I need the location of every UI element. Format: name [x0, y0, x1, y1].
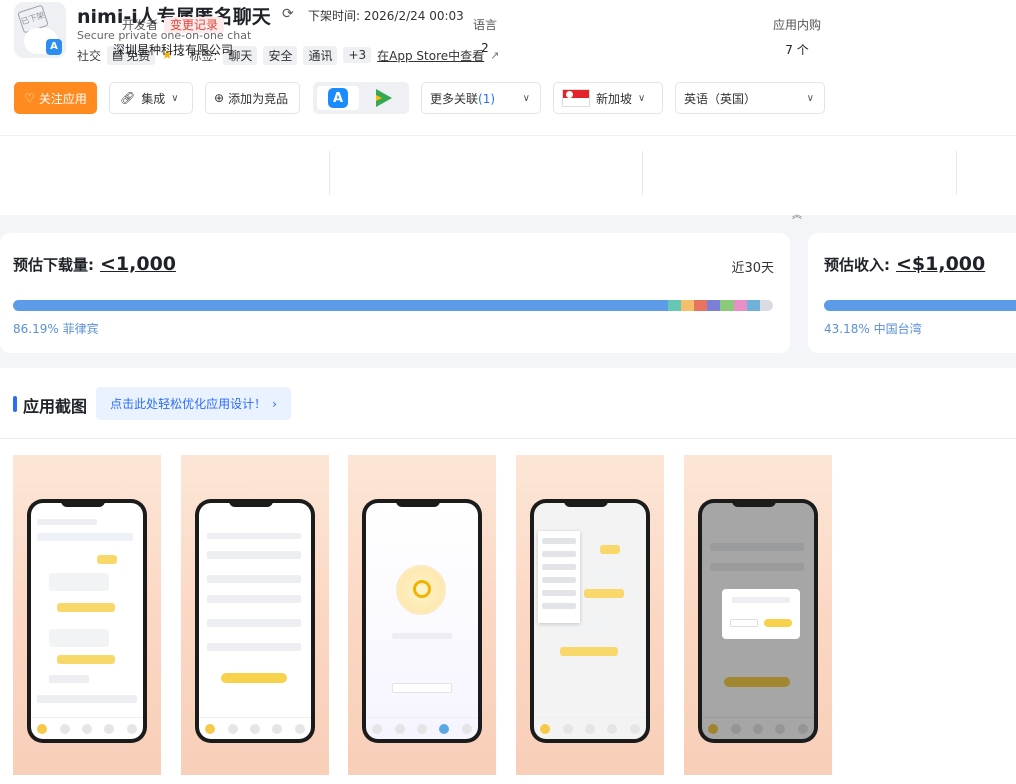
phone-frame	[27, 499, 147, 743]
revenue-title: 预估收入: <$1,000	[824, 253, 985, 275]
popup-menu	[538, 531, 580, 623]
developer-column: 开发者 变更记录 深圳星种科技有限公司	[73, 16, 273, 58]
downloads-value[interactable]: <1,000	[100, 253, 176, 275]
phone-screen	[702, 503, 814, 739]
dialog-box	[722, 589, 800, 639]
language-column: 语言 2	[385, 16, 585, 55]
downloads-range: 近30天	[731, 261, 774, 276]
divider	[956, 151, 957, 195]
tag-more[interactable]: +3	[343, 47, 372, 63]
link-icon: 🔗︎	[120, 91, 136, 105]
google-play-tab[interactable]	[363, 86, 405, 110]
screenshot-4[interactable]	[516, 455, 664, 775]
revenue-share-bar[interactable]	[824, 300, 1016, 311]
store-switch: A	[313, 82, 409, 114]
more-related-label: 更多关联	[430, 91, 479, 106]
developer-name[interactable]: 深圳星种科技有限公司	[73, 41, 273, 58]
downloads-share-bar[interactable]	[13, 300, 773, 311]
search-icon	[396, 565, 446, 615]
app-icon: 已下架 A	[14, 2, 66, 58]
bar-segment-1	[668, 300, 682, 311]
follow-label: 关注应用	[38, 91, 87, 106]
section-marker	[13, 396, 17, 412]
bar-segment-primary	[13, 300, 669, 311]
screenshot-2[interactable]	[181, 455, 329, 775]
bar-segment-2	[681, 300, 695, 311]
phone-screen	[534, 503, 646, 739]
bar-segment-4	[707, 300, 721, 311]
add-competitor-button[interactable]: ⊕ 添加为竞品	[205, 82, 300, 114]
revenue-top-country: 43.18% 中国台湾	[824, 322, 922, 336]
refresh-icon[interactable]: ⟳	[282, 6, 294, 22]
country-label: 新加坡	[596, 91, 633, 106]
downloads-top-country: 86.19% 菲律宾	[13, 322, 99, 336]
bar-segment-7	[746, 300, 760, 311]
bar-segment-5	[720, 300, 734, 311]
phone-frame	[362, 499, 482, 743]
bar-segment-8	[759, 300, 773, 311]
bar-segment-primary	[824, 300, 1016, 311]
chevron-right-icon: ›	[272, 396, 277, 411]
optimize-design-link[interactable]: 点击此处轻松优化应用设计！ ›	[96, 387, 291, 420]
downloads-card: 预估下载量: <1,000 近30天	[0, 233, 790, 353]
singapore-flag-icon	[562, 89, 590, 107]
developer-label: 开发者	[121, 18, 158, 32]
phone-screen	[31, 503, 143, 739]
bar-segment-3	[694, 300, 708, 311]
more-related-count: (1)	[478, 91, 496, 106]
phone-screen	[199, 503, 311, 739]
divider	[642, 151, 643, 195]
app-store-tab[interactable]: A	[317, 86, 359, 110]
screenshot-1[interactable]	[13, 455, 161, 775]
chevron-down-icon: ∨	[522, 92, 530, 104]
revenue-value[interactable]: <$1,000	[896, 253, 985, 275]
country-dropdown[interactable]: 新加坡 ∨	[553, 82, 663, 114]
collapse-icon[interactable]: ︽	[792, 206, 802, 221]
screenshots-title: 应用截图	[23, 397, 88, 416]
revenue-label: 预估收入:	[824, 256, 890, 274]
chevron-down-icon: ∨	[171, 92, 179, 104]
screenshot-5[interactable]	[684, 455, 832, 775]
iap-label: 应用内购	[772, 18, 821, 32]
language-count[interactable]: 2	[385, 41, 585, 55]
heart-icon: ♡	[24, 91, 35, 105]
screenshot-3[interactable]	[348, 455, 496, 775]
downloads-title: 预估下载量: <1,000	[13, 253, 176, 275]
phone-frame	[530, 499, 650, 743]
integrate-label: 集成	[141, 91, 166, 106]
language-dropdown[interactable]: 英语（英国） ∨	[675, 82, 825, 114]
follow-app-button[interactable]: ♡ 关注应用	[14, 82, 97, 114]
app-store-icon: A	[46, 39, 62, 55]
phone-frame	[195, 499, 315, 743]
change-log-button[interactable]: 变更记录	[164, 17, 225, 33]
bar-segment-6	[733, 300, 747, 311]
iap-count[interactable]: 7 个	[697, 41, 897, 58]
google-play-icon	[376, 89, 392, 107]
downloads-label: 预估下载量:	[13, 256, 94, 274]
plus-circle-icon: ⊕	[214, 91, 225, 105]
chevron-down-icon: ∨	[638, 92, 646, 104]
more-related-text: 更多关联(1)	[430, 90, 495, 107]
info-panel	[0, 135, 1016, 215]
tag-communication[interactable]: 通讯	[303, 45, 338, 65]
iap-column: 应用内购 7 个	[697, 16, 897, 58]
app-store-icon: A	[328, 88, 348, 108]
integrate-dropdown[interactable]: 🔗︎ 集成 ∨	[109, 82, 193, 114]
language-label: 英语（英国）	[684, 91, 757, 106]
language-count-label: 语言	[472, 18, 497, 32]
chevron-down-icon: ∨	[806, 92, 814, 104]
more-related-dropdown[interactable]: 更多关联(1) ∨	[421, 82, 541, 114]
phone-frame	[698, 499, 818, 743]
add-competitor-label: 添加为竞品	[228, 91, 289, 106]
optimize-link-label: 点击此处轻松优化应用设计！	[110, 397, 267, 411]
divider	[329, 151, 330, 195]
phone-screen	[366, 503, 478, 739]
